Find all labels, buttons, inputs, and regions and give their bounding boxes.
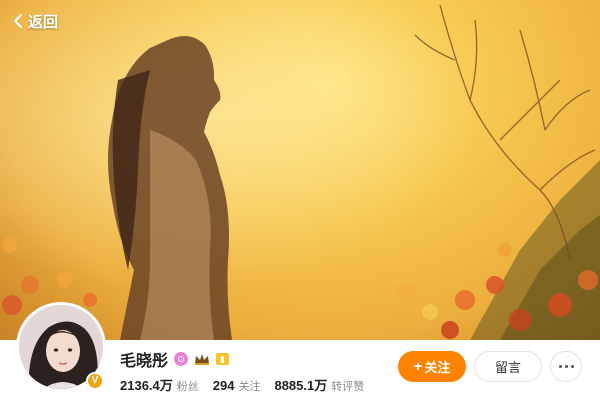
followers-label[interactable]: 粉丝: [177, 378, 199, 394]
back-button[interactable]: 返回: [12, 10, 58, 32]
level-badge-icon[interactable]: ▮: [216, 353, 229, 365]
following-count[interactable]: 294: [213, 378, 235, 393]
chevron-left-icon: [14, 14, 22, 28]
more-dots-icon[interactable]: [550, 351, 582, 382]
follow-button[interactable]: + 关注: [398, 351, 466, 382]
interactions-count: 8885.1万: [274, 378, 328, 393]
profile-name: 毛晓彤: [120, 353, 169, 370]
back-label: 返回: [28, 13, 59, 31]
following-label[interactable]: 关注: [238, 378, 260, 394]
message-label: 留言: [494, 360, 521, 375]
crown-badge-icon[interactable]: [194, 352, 210, 366]
plus-icon: +: [413, 358, 423, 375]
interactions-label: 转评赞: [331, 381, 365, 393]
followers-count[interactable]: 2136.4万: [120, 375, 173, 394]
message-button[interactable]: 留言: [474, 351, 542, 382]
follow-label: 关注: [424, 360, 451, 375]
verified-v-icon: V: [86, 372, 104, 390]
svip-badge-icon[interactable]: [174, 352, 189, 366]
stats-row: 2136.4万 粉丝 294 关注 8885.1万 转评赞: [120, 375, 374, 393]
name-row: 毛晓彤 ▮: [120, 348, 229, 370]
cover-image: [0, 0, 600, 340]
